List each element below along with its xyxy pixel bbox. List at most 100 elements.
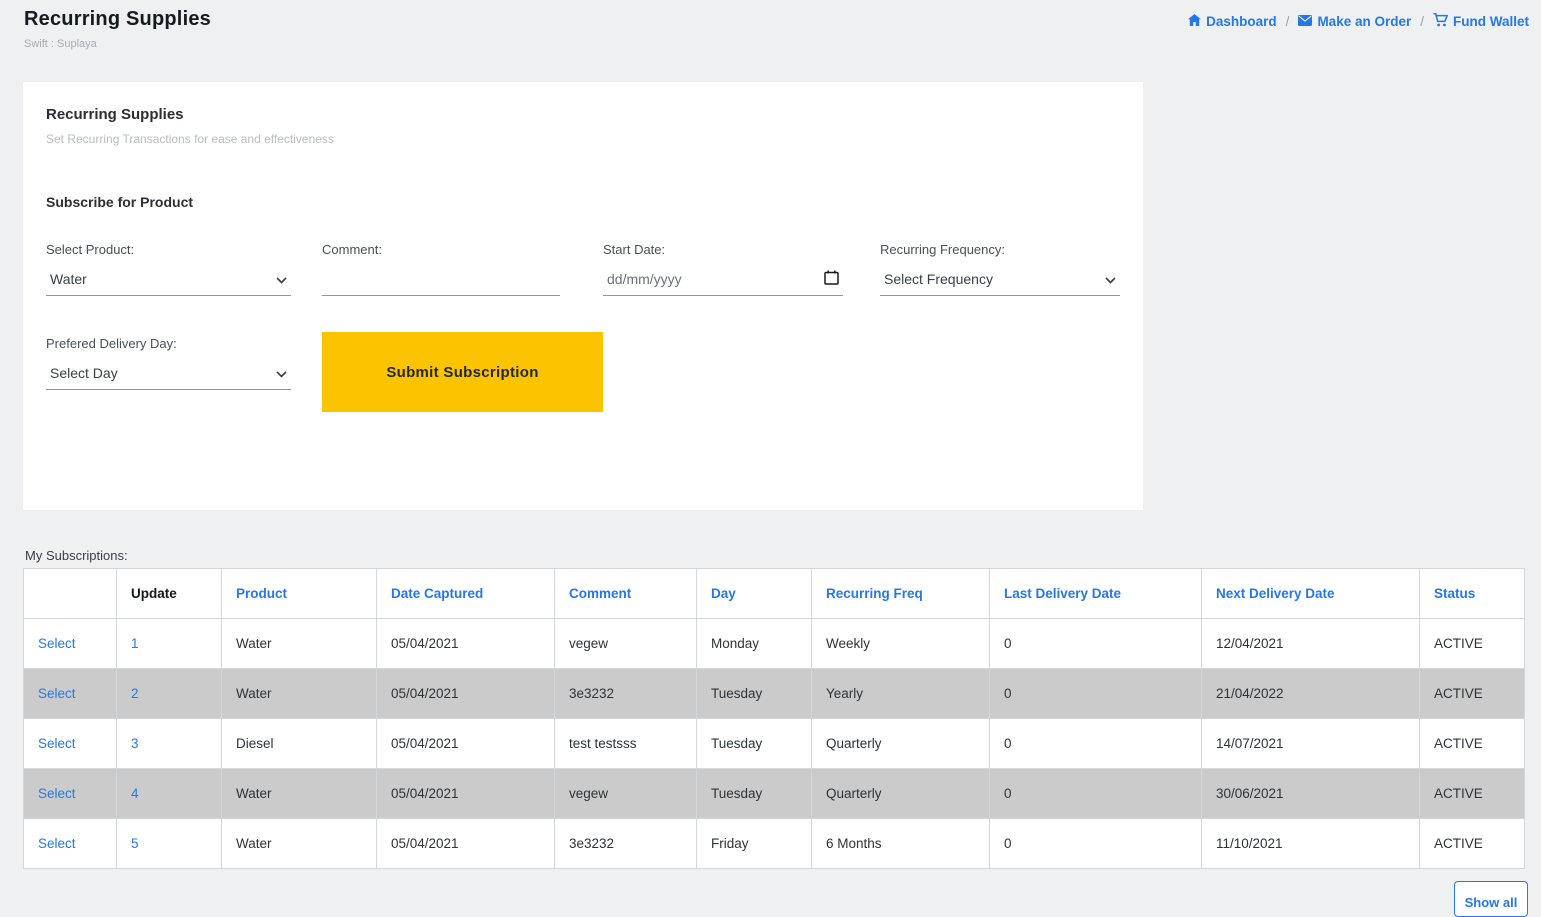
update-link-cell: 2 (117, 669, 222, 719)
start-date-placeholder: dd/mm/yyyy (607, 271, 682, 287)
column-header-day: Day (697, 569, 812, 619)
nav-dashboard-label: Dashboard (1206, 14, 1277, 29)
select-link[interactable]: Select (38, 636, 76, 651)
date-captured-cell: 05/04/2021 (377, 619, 555, 669)
subscriptions-body: Select1Water05/04/2021vegewMondayWeekly0… (24, 619, 1525, 869)
select-link-cell: Select (24, 769, 117, 819)
home-icon (1188, 14, 1201, 29)
table-row: Select 4 Water05/04/2021vegewTuesdayQuarte… (24, 769, 1525, 819)
frequency-select[interactable]: Select Frequency (880, 266, 1120, 296)
show-all-button[interactable]: Show all (1454, 881, 1528, 917)
delivery-day-label: Prefered Delivery Day: (46, 336, 177, 351)
select-link[interactable]: Select (38, 736, 76, 751)
update-link[interactable]: 4 (131, 786, 139, 801)
column-header-date-captured: Date Captured (377, 569, 555, 619)
table-row: Select 2 Water05/04/20213e3232TuesdayYearl… (24, 669, 1525, 719)
envelope-icon (1298, 14, 1312, 29)
product-cell: Water (222, 769, 377, 819)
status-cell: ACTIVE (1420, 769, 1525, 819)
update-link[interactable]: 3 (131, 736, 139, 751)
column-header-product: Product (222, 569, 377, 619)
product-label: Select Product: (46, 242, 134, 257)
date-captured-cell: 05/04/2021 (377, 769, 555, 819)
comment-cell: test testsss (555, 719, 697, 769)
status-cell: ACTIVE (1420, 719, 1525, 769)
column-header-select (24, 569, 117, 619)
date-captured-cell: 05/04/2021 (377, 669, 555, 719)
select-link[interactable]: Select (38, 686, 76, 701)
next-delivery-cell: 11/10/2021 (1202, 819, 1420, 869)
comment-input[interactable] (322, 266, 560, 296)
update-link-cell: 1 (117, 619, 222, 669)
day-cell: Tuesday (697, 769, 812, 819)
update-link-cell: 4 (117, 769, 222, 819)
column-header-comment: Comment (555, 569, 697, 619)
subscriptions-header-row: UpdateProductDate CapturedCommentDayRecu… (24, 569, 1525, 619)
table-row: Select 3 Diesel05/04/2021test testsssTuesd… (24, 719, 1525, 769)
next-delivery-cell: 30/06/2021 (1202, 769, 1420, 819)
column-header-update: Update (117, 569, 222, 619)
select-link-cell: Select (24, 819, 117, 869)
nav-dashboard-link[interactable]: Dashboard (1188, 14, 1277, 29)
comment-cell: 3e3232 (555, 669, 697, 719)
select-link-cell: Select (24, 619, 117, 669)
select-link-cell: Select (24, 669, 117, 719)
page-title: Recurring Supplies (24, 8, 211, 31)
start-date-label: Start Date: (603, 242, 665, 257)
frequency-select-value: Select Frequency (884, 271, 993, 287)
recurring-supplies-card: Recurring Supplies Set Recurring Transac… (23, 82, 1143, 510)
comment-cell: 3e3232 (555, 819, 697, 869)
comment-cell: vegew (555, 769, 697, 819)
select-link[interactable]: Select (38, 786, 76, 801)
update-link-cell: 5 (117, 819, 222, 869)
next-delivery-cell: 21/04/2022 (1202, 669, 1420, 719)
status-cell: ACTIVE (1420, 819, 1525, 869)
submit-subscription-button[interactable]: Submit Subscription (322, 332, 603, 412)
recurring-freq-cell: Weekly (812, 619, 990, 669)
last-delivery-cell: 0 (990, 619, 1202, 669)
day-cell: Friday (697, 819, 812, 869)
date-captured-cell: 05/04/2021 (377, 719, 555, 769)
update-link[interactable]: 5 (131, 836, 139, 851)
next-delivery-cell: 12/04/2021 (1202, 619, 1420, 669)
day-cell: Monday (697, 619, 812, 669)
nav-make-order-label: Make an Order (1317, 14, 1411, 29)
subscriptions-table: UpdateProductDate CapturedCommentDayRecu… (23, 568, 1525, 869)
last-delivery-cell: 0 (990, 719, 1202, 769)
frequency-label: Recurring Frequency: (880, 242, 1005, 257)
product-select[interactable]: Water (46, 266, 291, 296)
start-date-input[interactable]: dd/mm/yyyy (603, 266, 843, 296)
last-delivery-cell: 0 (990, 769, 1202, 819)
recurring-freq-cell: Yearly (812, 669, 990, 719)
status-cell: ACTIVE (1420, 619, 1525, 669)
product-cell: Water (222, 669, 377, 719)
update-link[interactable]: 2 (131, 686, 139, 701)
next-delivery-cell: 14/07/2021 (1202, 719, 1420, 769)
product-cell: Water (222, 619, 377, 669)
update-link-cell: 3 (117, 719, 222, 769)
card-title: Recurring Supplies (46, 106, 184, 123)
delivery-day-select[interactable]: Select Day (46, 360, 291, 390)
update-link[interactable]: 1 (131, 636, 139, 651)
nav-fund-wallet-link[interactable]: Fund Wallet (1433, 13, 1529, 30)
product-select-value: Water (50, 271, 87, 287)
column-header-status: Status (1420, 569, 1525, 619)
select-link[interactable]: Select (38, 836, 76, 851)
nav-make-order-link[interactable]: Make an Order (1298, 14, 1411, 29)
chevron-down-icon (1105, 271, 1116, 287)
page-subtitle: Swift : Suplaya (24, 38, 211, 50)
date-captured-cell: 05/04/2021 (377, 819, 555, 869)
product-cell: Water (222, 819, 377, 869)
column-header-recurring-freq: Recurring Freq (812, 569, 990, 619)
recurring-freq-cell: Quarterly (812, 769, 990, 819)
nav-separator: / (1286, 14, 1290, 29)
column-header-next-delivery-date: Next Delivery Date (1202, 569, 1420, 619)
chevron-down-icon (276, 365, 287, 381)
comment-cell: vegew (555, 619, 697, 669)
day-cell: Tuesday (697, 719, 812, 769)
day-cell: Tuesday (697, 669, 812, 719)
table-row: Select 1 Water05/04/2021vegewMondayWeekly0… (24, 619, 1525, 669)
calendar-icon (824, 270, 839, 288)
product-cell: Diesel (222, 719, 377, 769)
recurring-freq-cell: 6 Months (812, 819, 990, 869)
